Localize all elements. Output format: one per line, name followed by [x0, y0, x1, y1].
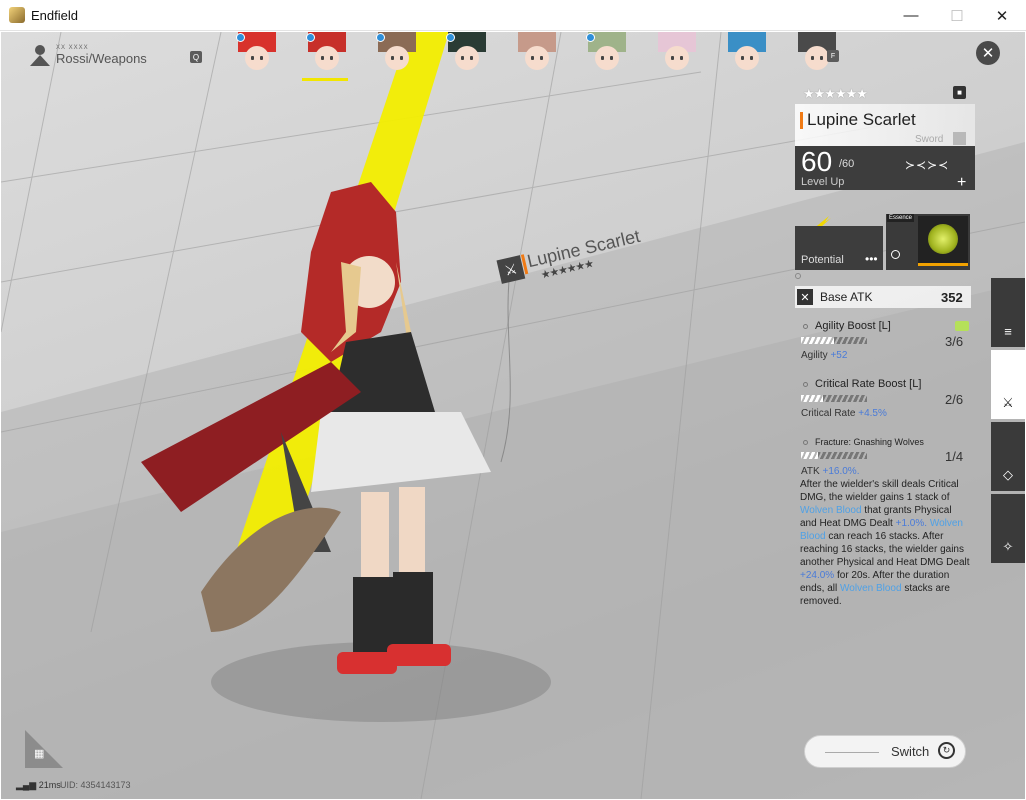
rarity-stars: ★★★★★★ [803, 86, 868, 101]
plus-icon: + [957, 174, 967, 191]
more-icon: ••• [865, 252, 878, 266]
app-icon [9, 7, 25, 23]
base-atk-value: 352 [941, 290, 963, 305]
weapon-level: 60 [801, 146, 833, 177]
atk-icon: ✕ [797, 289, 813, 305]
essence-gem-icon [928, 224, 958, 254]
side-tab[interactable]: ◇ [991, 422, 1025, 491]
trait-progress-fill-3 [801, 452, 818, 459]
switch-label: Switch [891, 744, 930, 759]
switch-icon: ↻ [938, 742, 955, 759]
game-window: Endfield — ☐ ✕ ⚔ Lupine Scarlet ★★★★★★ X… [0, 0, 1026, 800]
trait-rank-1: 3/6 [945, 334, 964, 349]
side-tab-icon: ≡ [1004, 324, 1012, 339]
window-title: Endfield [31, 8, 78, 23]
refresh-icon [891, 250, 900, 259]
title-bar: Endfield — ☐ ✕ [0, 0, 1026, 31]
weapon-type: Sword [915, 134, 944, 145]
base-atk-label: Base ATK [820, 290, 873, 304]
lock-icon[interactable]: ■ [953, 86, 966, 99]
side-tab[interactable]: ≡ [991, 278, 1025, 347]
upgrade-badge-icon [955, 321, 969, 331]
minimize-button[interactable]: — [888, 0, 934, 31]
signal-icon: ▂▄▆ [16, 780, 39, 790]
section-marker [795, 273, 801, 279]
operator-icon [30, 45, 50, 66]
online-status-icon [306, 33, 315, 42]
side-tab-icon: ◇ [1003, 467, 1013, 482]
trait-stat-3: ATK +16.0%. [801, 466, 860, 477]
sword-type-icon [953, 132, 966, 145]
trait-name-1: Agility Boost [L] [815, 320, 891, 332]
trait-marker [803, 440, 808, 445]
trait-marker [803, 382, 808, 387]
trait-progress-fill-1 [801, 337, 834, 344]
side-tab[interactable]: ✧ [991, 494, 1025, 563]
operator-avatar[interactable] [658, 32, 696, 74]
side-tab[interactable]: ⚔ [991, 350, 1025, 419]
trait-progress-fill-2 [801, 395, 823, 402]
trait-rank-3: 1/4 [945, 449, 964, 464]
online-status-icon [586, 33, 595, 42]
online-status-icon [446, 33, 455, 42]
level-up-label: Level Up [801, 176, 845, 188]
game-viewport: ⚔ Lupine Scarlet ★★★★★★ XX XXXX Rossi/We… [1, 32, 1025, 799]
weapon-name: Lupine Scarlet [807, 110, 916, 129]
breadcrumb: Rossi/Weapons [56, 51, 147, 66]
weapon-level-max: /60 [839, 158, 855, 170]
network-ping: ▂▄▆ 21ms [16, 780, 61, 790]
trait-description: After the wielder's skill deals Critical… [800, 479, 970, 607]
online-status-icon [376, 33, 385, 42]
online-status-icon [236, 33, 245, 42]
trait-stat-2: Critical Rate +4.5% [801, 408, 887, 419]
maximize-button[interactable]: ☐ [934, 0, 980, 31]
operator-avatar[interactable] [728, 32, 766, 74]
search-key-button[interactable]: Q [190, 51, 202, 63]
potential-label: Potential [801, 254, 844, 266]
close-icon[interactable]: ✕ [976, 41, 1000, 65]
side-tab-icon: ⚔ [1002, 395, 1014, 410]
trait-marker [803, 324, 808, 329]
selected-operator-indicator [302, 78, 348, 81]
switch-decor-line [825, 752, 879, 753]
side-tab-icon: ✧ [1002, 539, 1014, 554]
operator-avatar[interactable] [518, 32, 556, 74]
close-window-button[interactable]: ✕ [979, 0, 1025, 31]
trait-name-3: Fracture: Gnashing Wolves [815, 437, 924, 447]
rarity-accent-bar [800, 112, 803, 129]
character-top-bar: XX XXXX Rossi/Weapons Q F ✕ [1, 32, 1025, 82]
trait-stat-1: Agility +52 [801, 350, 848, 361]
breakthrough-pips-icon: ≻≺≻≺ [905, 158, 950, 172]
user-id: UID: 4354143173 [60, 780, 131, 790]
trait-name-2: Critical Rate Boost [L] [815, 378, 922, 390]
team-switch-key[interactable]: F [827, 50, 839, 62]
grid-icon: ▦ [34, 748, 45, 760]
essence-tag: Essence [887, 214, 915, 222]
trait-rank-2: 2/6 [945, 392, 964, 407]
